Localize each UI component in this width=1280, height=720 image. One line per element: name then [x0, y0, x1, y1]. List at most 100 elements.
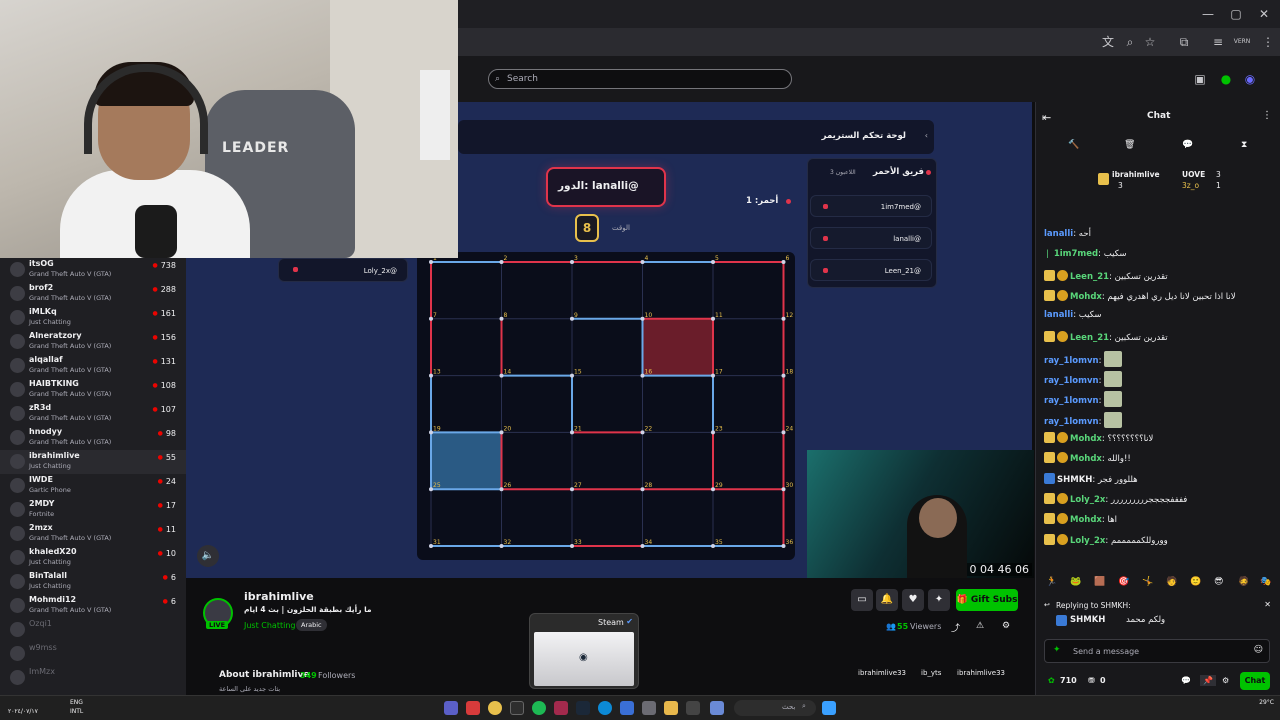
maximize-icon[interactable]: ▢ [1226, 4, 1246, 24]
timer-icon[interactable]: ⧗ [1241, 140, 1247, 150]
calendar-icon[interactable] [642, 701, 656, 715]
channel-name[interactable]: ibrahimlive [244, 590, 314, 603]
emote-icon[interactable]: 🙂 [1190, 577, 1201, 587]
social-tiktok[interactable]: ibrahimlive33 [957, 669, 1005, 677]
player-card[interactable]: 1im7med@ [810, 195, 932, 217]
emote-icon[interactable]: 🎭 [1260, 577, 1271, 587]
settings-icon[interactable]: ⚙ [1002, 621, 1010, 631]
grid-board[interactable]: 1 2 3 4 5 67 8 9 10 11 1213 14 15 16 17 1819 20 21 22 23 242… [417, 252, 795, 560]
report-icon[interactable]: ⚠ [976, 621, 984, 631]
chat-message[interactable]: Leen_21: تقدرين تسكبين [1044, 269, 1168, 282]
chat-username[interactable]: Mohdx [1070, 292, 1102, 302]
media-icon[interactable]: ≡ [1208, 32, 1228, 52]
chat-message[interactable]: ❘ 1im7med: سكيب [1044, 249, 1126, 259]
stream-icon[interactable]: ▣ [1190, 69, 1210, 89]
extensions-icon[interactable]: ⧉ [1174, 32, 1194, 52]
menu-icon[interactable]: ⋮ [1258, 32, 1278, 52]
chat-options-icon[interactable]: ⋮ [1262, 110, 1272, 121]
profile-icon[interactable]: VERN [1232, 32, 1252, 52]
chat-message[interactable]: SHMKH: هللوور فجر [1044, 472, 1138, 485]
emote-icon[interactable]: 🐸 [1070, 577, 1081, 587]
bubble-icon[interactable]: 💬 [1182, 140, 1193, 150]
steam-taskbar-preview[interactable]: Steam ✔ ◉ [529, 613, 639, 689]
translate-icon[interactable]: 文 [1098, 32, 1118, 52]
chat-username[interactable]: Leen_21 [1070, 272, 1109, 282]
emote-icon[interactable]: 🎯 [1118, 577, 1129, 587]
app-icon[interactable] [466, 701, 480, 715]
emote-icon[interactable]: 😎 [1214, 577, 1223, 587]
chat-message[interactable]: ray_1lomvn: [1044, 350, 1123, 367]
sidebar-channel[interactable]: w9mss [0, 642, 186, 666]
language-tag[interactable]: Arabic [296, 619, 327, 631]
folder-icon[interactable] [664, 701, 678, 715]
theatre-button[interactable]: ▭ [851, 589, 873, 611]
sidebar-channel[interactable]: HAIBTKING Grand Theft Auto V (GTA) 108 [0, 378, 186, 402]
start-icon[interactable] [822, 701, 836, 715]
chat-message[interactable]: Mohdx: والله!! [1044, 452, 1131, 464]
sidebar-channel[interactable]: 2mzx Grand Theft Auto V (GTA) 11 [0, 522, 186, 546]
chat-username[interactable]: 1im7med [1054, 249, 1098, 259]
steam-close-icon[interactable]: ✔ [626, 617, 633, 626]
emote-picker-icon[interactable]: ☺ [1254, 645, 1263, 655]
volume-button[interactable]: 🔈 [197, 545, 219, 567]
gift-subs-button[interactable]: 🎁 Gift Subs [956, 589, 1018, 611]
sidebar-channel[interactable]: brof2 Grand Theft Auto V (GTA) 288 [0, 282, 186, 306]
social-x[interactable]: ibrahimlive33 [858, 669, 906, 677]
chat-username[interactable]: lanalli [1044, 229, 1073, 239]
app-icon[interactable] [620, 701, 634, 715]
minimize-icon[interactable]: — [1198, 4, 1218, 24]
chat-username[interactable]: ray_1lomvn [1044, 376, 1099, 386]
chat-username[interactable]: SHMKH [1057, 475, 1092, 485]
player-card[interactable]: lanalli@ [810, 227, 932, 249]
sidebar-channel[interactable]: khaledX20 Just Chatting 10 [0, 546, 186, 570]
app-icon[interactable] [710, 701, 724, 715]
emote-icon[interactable]: 🧑 [1166, 577, 1177, 587]
zoom-icon[interactable]: ⌕ [1120, 32, 1140, 52]
chat-message[interactable]: Mohdx: لانا اذا تحبين لانا ديل ري اهدري … [1044, 289, 1236, 302]
player-card[interactable]: Loly_2x@ [278, 258, 408, 282]
chat-username[interactable]: ray_1lomvn [1044, 417, 1099, 427]
sidebar-channel[interactable]: Mohmdi12 Grand Theft Auto V (GTA) 6 [0, 594, 186, 618]
desktop-icon[interactable] [686, 701, 700, 715]
star-icon[interactable]: ☆ [1140, 32, 1160, 52]
pin-icon[interactable]: 📌 [1200, 675, 1216, 686]
notification-button[interactable]: 🔔 [876, 589, 898, 611]
boost-button[interactable]: ✦ [928, 589, 950, 611]
sidebar-channel[interactable]: ImMzx [0, 666, 186, 690]
sidebar-channel[interactable]: iMLKq Just Chatting 161 [0, 306, 186, 330]
chat-username[interactable]: Loly_2x [1070, 536, 1105, 546]
points-icon[interactable]: ✿ [1048, 676, 1055, 685]
chat-settings-icon[interactable]: ⚙ [1222, 676, 1229, 685]
chat-bubble-icon[interactable]: 💬 [1181, 676, 1191, 685]
sidebar-channel[interactable]: zR3d Grand Theft Auto V (GTA) 107 [0, 402, 186, 426]
taskbar-search[interactable]: ⌕ بحث [734, 700, 816, 716]
chat-message[interactable]: lanalli: أحه [1044, 229, 1091, 239]
chat-message[interactable]: ray_1lomvn: [1044, 391, 1123, 408]
mod-tools-icon[interactable]: 🔨 [1068, 140, 1079, 150]
share-icon[interactable]: ⤴ [951, 621, 960, 634]
active-app-icon[interactable] [554, 701, 568, 715]
emote-icon[interactable]: 🤸 [1142, 577, 1153, 587]
follow-button[interactable]: ♥ [902, 589, 924, 611]
trash-icon[interactable]: 🗑 [1124, 140, 1135, 150]
sidebar-channel[interactable]: alqallaf Grand Theft Auto V (GTA) 131 [0, 354, 186, 378]
category-link[interactable]: Just Chatting [244, 621, 295, 630]
search-input[interactable]: ⌕ Search [488, 69, 792, 89]
chat-message[interactable]: lanalli: سكيب [1044, 310, 1102, 320]
streamer-control-panel[interactable]: لوحة تحكم الستريمر ‹ [458, 120, 934, 154]
chat-message[interactable]: Leen_21: تقدرين تسكبين [1044, 330, 1168, 343]
sidebar-channel[interactable]: IWDE Gartic Phone 24 [0, 474, 186, 498]
chat-username[interactable]: lanalli [1044, 310, 1073, 320]
sidebar-channel[interactable]: ibrahimlive Just Chatting 55 [0, 450, 186, 474]
chat-message[interactable]: Loly_2x: ووروللكمممممم [1044, 533, 1168, 546]
chat-send-button[interactable]: Chat [1240, 672, 1270, 690]
chat-message[interactable]: Mohdx: اها [1044, 513, 1117, 525]
reply-close-icon[interactable]: ✕ [1264, 600, 1271, 609]
chat-username[interactable]: Mohdx [1070, 454, 1102, 464]
chat-input[interactable]: ✦ Send a message ☺ [1044, 639, 1270, 663]
edge-icon[interactable] [598, 701, 612, 715]
emote-icon[interactable]: 🟫 [1094, 577, 1105, 587]
sidebar-channel[interactable]: 2MDY Fortnite 17 [0, 498, 186, 522]
sidebar-channel[interactable]: BinTalall Just Chatting 6 [0, 570, 186, 594]
sidebar-channel[interactable]: Alneratzory Grand Theft Auto V (GTA) 156 [0, 330, 186, 354]
